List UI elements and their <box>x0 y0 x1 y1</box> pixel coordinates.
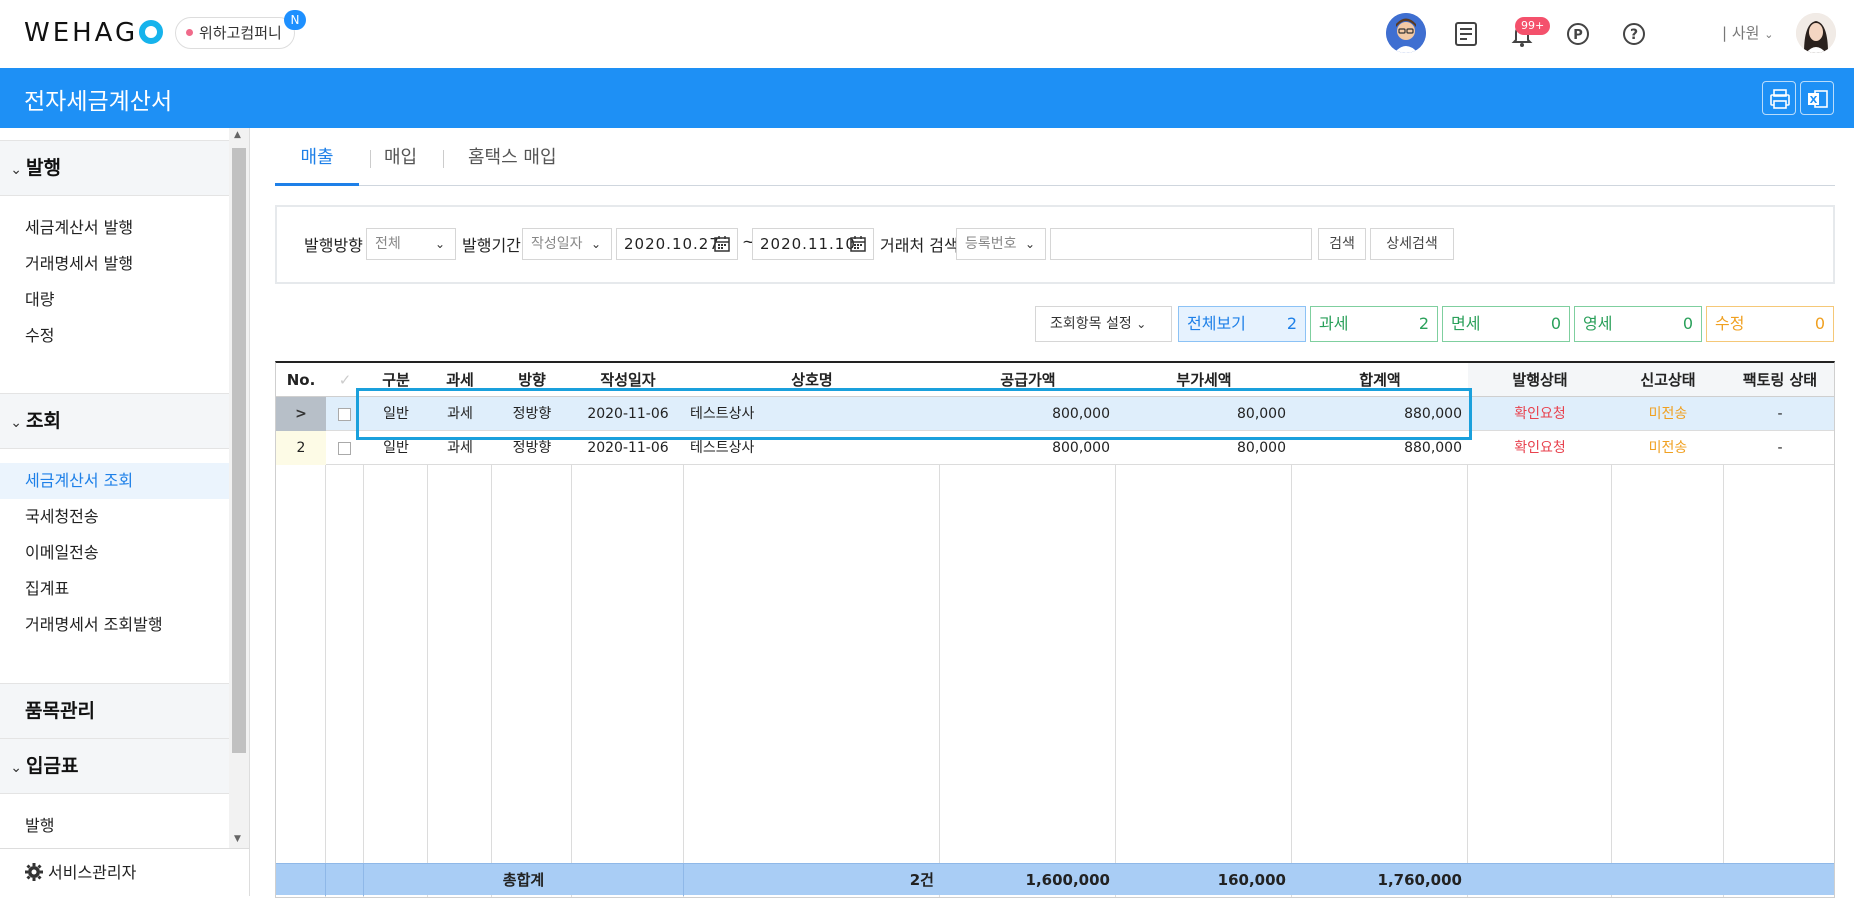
direction-label: 발행방향 <box>304 236 363 255</box>
date-to-input[interactable]: 2020.11.10 <box>752 228 874 260</box>
excel-icon: X <box>1808 90 1828 108</box>
search-button[interactable]: 검색 <box>1318 228 1366 260</box>
cell-factoring-status: - <box>1777 406 1783 422</box>
company-name: 위하고컴퍼니 <box>199 24 282 42</box>
tab-sales[interactable]: 매출 <box>275 142 359 186</box>
gear-icon <box>24 853 44 901</box>
total-sum: 1,760,000 <box>1377 871 1462 889</box>
help-icon[interactable]: ? <box>1618 18 1650 50</box>
cell-report-status: 미전송 <box>1648 440 1688 456</box>
partner-type-select[interactable]: 등록번호 ⌄ <box>956 228 1046 260</box>
tab-hometax-purchase[interactable]: 홈택스 매입 <box>468 142 557 186</box>
svg-text:P: P <box>1573 28 1583 43</box>
scrollbar-thumb[interactable] <box>232 148 246 753</box>
chip-zero-rated[interactable]: 영세 0 <box>1574 306 1702 342</box>
scroll-down-icon[interactable]: ▼ <box>234 834 241 844</box>
tab-purchase[interactable]: 매입 <box>384 142 417 186</box>
total-supply: 1,600,000 <box>1025 871 1110 889</box>
total-row: 총합계 2건 1,600,000 160,000 1,760,000 <box>276 863 1834 896</box>
total-count: 2건 <box>909 871 934 889</box>
sidebar-item-statement-issue[interactable]: 거래명세서 발행 <box>0 246 229 282</box>
header-no: No. <box>276 363 326 397</box>
sidebar-section-items[interactable]: 품목관리 <box>0 683 229 739</box>
excel-button[interactable]: X <box>1800 81 1834 115</box>
user-menu[interactable]: | 사원 ⌄ <box>1722 22 1773 43</box>
header-factoring-status: 팩토링 상태 <box>1724 363 1834 397</box>
cell-issue-status[interactable]: 확인요청 <box>1468 397 1612 431</box>
chip-all[interactable]: 전체보기 2 <box>1178 306 1306 342</box>
partner-search-input[interactable] <box>1050 228 1312 260</box>
period-type-select[interactable]: 작성일자 ⌄ <box>522 228 612 260</box>
tab-bar: 매출 매입 홈택스 매입 <box>275 142 1835 186</box>
character-avatar-icon[interactable] <box>1386 13 1426 53</box>
column-settings-dropdown[interactable]: 조회항목 설정 ⌄ <box>1035 306 1172 342</box>
chevron-down-icon: ⌄ <box>1024 237 1035 251</box>
sidebar-item-deposit-issue[interactable]: 발행 <box>0 808 229 844</box>
period-label: 발행기간 <box>462 236 521 255</box>
page-title: 전자세금계산서 <box>24 89 173 115</box>
highlight-box <box>356 388 1472 440</box>
sidebar-item-bulk[interactable]: 대량 <box>0 282 229 318</box>
row-checkbox[interactable] <box>338 442 351 455</box>
header-issue-status: 발행상태 <box>1468 363 1612 397</box>
service-admin-link[interactable]: 서비스관리자 <box>0 848 249 896</box>
search-filter-box: 발행방향 전체 ⌄ 발행기간 작성일자 ⌄ 2020.10.27 ~ 2020.11… <box>275 205 1835 284</box>
sidebar-item-tax-invoice-issue[interactable]: 세금계산서 발행 <box>0 210 229 246</box>
print-button[interactable] <box>1762 81 1796 115</box>
cell-no: 2 <box>276 431 326 465</box>
total-vat: 160,000 <box>1217 871 1286 889</box>
sidebar: ⌄ 발행 세금계산서 발행 거래명세서 발행 대량 수정 ⌄ 조회 세금계산서 조회… <box>0 128 250 896</box>
detail-search-button[interactable]: 상세검색 <box>1370 228 1454 260</box>
app-header: 전자세금계산서 X <box>0 68 1854 128</box>
svg-text:?: ? <box>1630 27 1638 43</box>
top-bar: WEHAG 위하고컴퍼니 N 99+ P ? | 사원 ⌄ <box>0 0 1854 68</box>
sidebar-item-nts-transmit[interactable]: 국세청전송 <box>0 499 229 535</box>
cell-issue-status[interactable]: 확인요청 <box>1468 431 1612 465</box>
chip-taxable[interactable]: 과세 2 <box>1310 306 1438 342</box>
cell-report-status: 미전송 <box>1648 406 1688 422</box>
sidebar-item-modify[interactable]: 수정 <box>0 318 229 354</box>
invoice-table: No. ✓ 구분 과세 방향 작성일자 상호명 공급가액 부가세액 합계액 발행… <box>275 361 1835 898</box>
chevron-down-icon: ⌄ <box>434 237 445 251</box>
chip-modified[interactable]: 수정 0 <box>1706 306 1834 342</box>
sidebar-item-email-transmit[interactable]: 이메일전송 <box>0 535 229 571</box>
chip-exempt[interactable]: 면세 0 <box>1442 306 1570 342</box>
chevron-down-icon: ⌄ <box>1136 317 1147 331</box>
print-icon <box>1770 89 1790 109</box>
user-avatar[interactable] <box>1796 13 1836 53</box>
row-expand-icon[interactable]: > <box>276 397 326 431</box>
calendar-icon <box>714 236 730 252</box>
sidebar-item-summary[interactable]: 집계표 <box>0 571 229 607</box>
svg-text:X: X <box>1810 95 1818 106</box>
sidebar-section-query[interactable]: ⌄ 조회 <box>0 393 229 449</box>
sidebar-section-issue[interactable]: ⌄ 발행 <box>0 140 229 196</box>
service-admin-label: 서비스관리자 <box>48 863 137 882</box>
memo-icon[interactable] <box>1450 18 1482 50</box>
point-icon[interactable]: P <box>1562 18 1594 50</box>
calendar-icon <box>850 236 866 252</box>
sidebar-scrollbar[interactable]: ▲ ▼ <box>229 128 249 848</box>
total-label: 총합계 <box>364 864 684 896</box>
date-from-input[interactable]: 2020.10.27 <box>616 228 738 260</box>
partner-search-label: 거래처 검색 <box>880 236 959 255</box>
sidebar-item-statement-query[interactable]: 거래명세서 조회발행 <box>0 607 229 643</box>
wehago-logo[interactable]: WEHAG <box>24 18 164 48</box>
company-selector[interactable]: 위하고컴퍼니 <box>175 17 295 49</box>
new-badge: N <box>284 10 306 30</box>
sidebar-section-deposit[interactable]: ⌄ 입금표 <box>0 738 229 794</box>
scroll-up-icon[interactable]: ▲ <box>234 130 241 140</box>
sidebar-item-tax-invoice-query[interactable]: 세금계산서 조회 <box>0 463 229 499</box>
notification-badge: 99+ <box>1515 17 1551 35</box>
header-report-status: 신고상태 <box>1612 363 1724 397</box>
row-checkbox[interactable] <box>338 408 351 421</box>
main-content: 매출 매입 홈택스 매입 발행방향 전체 ⌄ 발행기간 작성일자 ⌄ 2020.10… <box>250 128 1854 898</box>
direction-select[interactable]: 전체 ⌄ <box>366 228 456 260</box>
cell-factoring-status: - <box>1777 440 1783 456</box>
chevron-down-icon: ⌄ <box>590 237 601 251</box>
